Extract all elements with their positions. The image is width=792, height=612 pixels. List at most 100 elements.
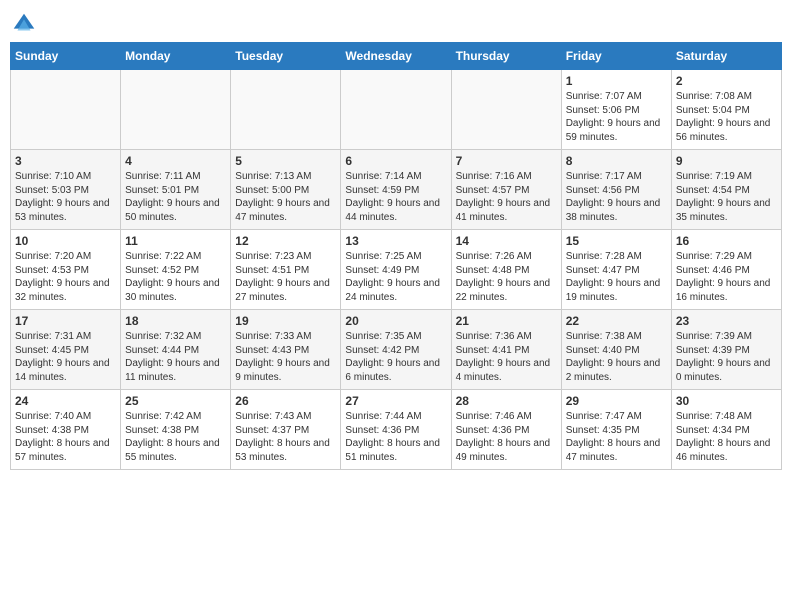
- day-info: Sunrise: 7:39 AM Sunset: 4:39 PM Dayligh…: [676, 330, 777, 384]
- calendar-cell: 8 Sunrise: 7:17 AM Sunset: 4:56 PM Daylig…: [561, 150, 671, 230]
- day-info: Sunrise: 7:43 AM Sunset: 4:37 PM Dayligh…: [235, 410, 336, 464]
- day-info: Sunrise: 7:46 AM Sunset: 4:36 PM Dayligh…: [456, 410, 557, 464]
- day-number: 5: [235, 154, 336, 168]
- logo: [10, 10, 42, 38]
- day-info: Sunrise: 7:44 AM Sunset: 4:36 PM Dayligh…: [345, 410, 446, 464]
- calendar-cell: 15 Sunrise: 7:28 AM Sunset: 4:47 PM Dayli…: [561, 230, 671, 310]
- day-info: Sunrise: 7:40 AM Sunset: 4:38 PM Dayligh…: [15, 410, 116, 464]
- calendar-cell: 7 Sunrise: 7:16 AM Sunset: 4:57 PM Daylig…: [451, 150, 561, 230]
- calendar-cell: 6 Sunrise: 7:14 AM Sunset: 4:59 PM Daylig…: [341, 150, 451, 230]
- calendar-cell: 16 Sunrise: 7:29 AM Sunset: 4:46 PM Dayli…: [671, 230, 781, 310]
- day-info: Sunrise: 7:22 AM Sunset: 4:52 PM Dayligh…: [125, 250, 226, 304]
- day-header-thursday: Thursday: [451, 43, 561, 70]
- calendar-cell: 1 Sunrise: 7:07 AM Sunset: 5:06 PM Daylig…: [561, 70, 671, 150]
- calendar-cell: [451, 70, 561, 150]
- day-number: 22: [566, 314, 667, 328]
- calendar-cell: 27 Sunrise: 7:44 AM Sunset: 4:36 PM Dayli…: [341, 390, 451, 470]
- day-header-monday: Monday: [121, 43, 231, 70]
- day-info: Sunrise: 7:10 AM Sunset: 5:03 PM Dayligh…: [15, 170, 116, 224]
- day-info: Sunrise: 7:17 AM Sunset: 4:56 PM Dayligh…: [566, 170, 667, 224]
- day-number: 24: [15, 394, 116, 408]
- day-number: 20: [345, 314, 446, 328]
- calendar-cell: [231, 70, 341, 150]
- day-number: 15: [566, 234, 667, 248]
- day-info: Sunrise: 7:48 AM Sunset: 4:34 PM Dayligh…: [676, 410, 777, 464]
- day-number: 17: [15, 314, 116, 328]
- day-number: 6: [345, 154, 446, 168]
- calendar-cell: [341, 70, 451, 150]
- day-info: Sunrise: 7:32 AM Sunset: 4:44 PM Dayligh…: [125, 330, 226, 384]
- calendar-cell: 24 Sunrise: 7:40 AM Sunset: 4:38 PM Dayli…: [11, 390, 121, 470]
- logo-icon: [10, 10, 38, 38]
- day-number: 12: [235, 234, 336, 248]
- day-number: 4: [125, 154, 226, 168]
- day-info: Sunrise: 7:35 AM Sunset: 4:42 PM Dayligh…: [345, 330, 446, 384]
- day-number: 8: [566, 154, 667, 168]
- day-info: Sunrise: 7:47 AM Sunset: 4:35 PM Dayligh…: [566, 410, 667, 464]
- calendar-cell: 20 Sunrise: 7:35 AM Sunset: 4:42 PM Dayli…: [341, 310, 451, 390]
- calendar-cell: 18 Sunrise: 7:32 AM Sunset: 4:44 PM Dayli…: [121, 310, 231, 390]
- calendar-cell: [11, 70, 121, 150]
- day-number: 1: [566, 74, 667, 88]
- day-number: 19: [235, 314, 336, 328]
- calendar-table: SundayMondayTuesdayWednesdayThursdayFrid…: [10, 42, 782, 470]
- calendar-week-row: 3 Sunrise: 7:10 AM Sunset: 5:03 PM Daylig…: [11, 150, 782, 230]
- calendar-cell: 26 Sunrise: 7:43 AM Sunset: 4:37 PM Dayli…: [231, 390, 341, 470]
- calendar-cell: 3 Sunrise: 7:10 AM Sunset: 5:03 PM Daylig…: [11, 150, 121, 230]
- day-info: Sunrise: 7:28 AM Sunset: 4:47 PM Dayligh…: [566, 250, 667, 304]
- day-info: Sunrise: 7:20 AM Sunset: 4:53 PM Dayligh…: [15, 250, 116, 304]
- calendar-cell: 29 Sunrise: 7:47 AM Sunset: 4:35 PM Dayli…: [561, 390, 671, 470]
- calendar-cell: [121, 70, 231, 150]
- day-number: 26: [235, 394, 336, 408]
- calendar-cell: 28 Sunrise: 7:46 AM Sunset: 4:36 PM Dayli…: [451, 390, 561, 470]
- calendar-cell: 30 Sunrise: 7:48 AM Sunset: 4:34 PM Dayli…: [671, 390, 781, 470]
- day-number: 28: [456, 394, 557, 408]
- day-info: Sunrise: 7:11 AM Sunset: 5:01 PM Dayligh…: [125, 170, 226, 224]
- calendar-cell: 17 Sunrise: 7:31 AM Sunset: 4:45 PM Dayli…: [11, 310, 121, 390]
- day-number: 18: [125, 314, 226, 328]
- day-header-tuesday: Tuesday: [231, 43, 341, 70]
- day-headers-row: SundayMondayTuesdayWednesdayThursdayFrid…: [11, 43, 782, 70]
- day-info: Sunrise: 7:08 AM Sunset: 5:04 PM Dayligh…: [676, 90, 777, 144]
- calendar-cell: 14Sunrise: 7:26 AM Sunset: 4:48 PM Dayli…: [451, 230, 561, 310]
- day-info: Sunrise: 7:14 AM Sunset: 4:59 PM Dayligh…: [345, 170, 446, 224]
- day-number: 29: [566, 394, 667, 408]
- day-info: Sunrise: 7:29 AM Sunset: 4:46 PM Dayligh…: [676, 250, 777, 304]
- day-info: Sunrise: 7:19 AM Sunset: 4:54 PM Dayligh…: [676, 170, 777, 224]
- day-number: 7: [456, 154, 557, 168]
- calendar-cell: 25 Sunrise: 7:42 AM Sunset: 4:38 PM Dayli…: [121, 390, 231, 470]
- day-info: Sunrise: 7:07 AM Sunset: 5:06 PM Dayligh…: [566, 90, 667, 144]
- page-header: [10, 10, 782, 38]
- calendar-cell: 23Sunrise: 7:39 AM Sunset: 4:39 PM Dayli…: [671, 310, 781, 390]
- day-info: Sunrise: 7:38 AM Sunset: 4:40 PM Dayligh…: [566, 330, 667, 384]
- day-number: 30: [676, 394, 777, 408]
- calendar-cell: 5 Sunrise: 7:13 AM Sunset: 5:00 PM Daylig…: [231, 150, 341, 230]
- day-number: 16: [676, 234, 777, 248]
- day-info: Sunrise: 7:25 AM Sunset: 4:49 PM Dayligh…: [345, 250, 446, 304]
- day-info: Sunrise: 7:42 AM Sunset: 4:38 PM Dayligh…: [125, 410, 226, 464]
- day-number: 21: [456, 314, 557, 328]
- day-number: 13: [345, 234, 446, 248]
- day-number: 27: [345, 394, 446, 408]
- day-number: 11: [125, 234, 226, 248]
- calendar-cell: 11 Sunrise: 7:22 AM Sunset: 4:52 PM Dayli…: [121, 230, 231, 310]
- day-info: Sunrise: 7:13 AM Sunset: 5:00 PM Dayligh…: [235, 170, 336, 224]
- day-number: 2: [676, 74, 777, 88]
- calendar-cell: 12 Sunrise: 7:23 AM Sunset: 4:51 PM Dayli…: [231, 230, 341, 310]
- day-number: 9: [676, 154, 777, 168]
- day-header-sunday: Sunday: [11, 43, 121, 70]
- day-header-wednesday: Wednesday: [341, 43, 451, 70]
- day-info: Sunrise: 7:31 AM Sunset: 4:45 PM Dayligh…: [15, 330, 116, 384]
- day-number: 3: [15, 154, 116, 168]
- day-number: 25: [125, 394, 226, 408]
- calendar-cell: 4 Sunrise: 7:11 AM Sunset: 5:01 PM Daylig…: [121, 150, 231, 230]
- day-info: Sunrise: 7:16 AM Sunset: 4:57 PM Dayligh…: [456, 170, 557, 224]
- day-info: Sunrise: 7:26 AM Sunset: 4:48 PM Dayligh…: [456, 250, 557, 304]
- day-header-saturday: Saturday: [671, 43, 781, 70]
- calendar-cell: 13 Sunrise: 7:25 AM Sunset: 4:49 PM Dayli…: [341, 230, 451, 310]
- calendar-cell: 21Sunrise: 7:36 AM Sunset: 4:41 PM Dayli…: [451, 310, 561, 390]
- day-number: 10: [15, 234, 116, 248]
- calendar-cell: 10 Sunrise: 7:20 AM Sunset: 4:53 PM Dayli…: [11, 230, 121, 310]
- calendar-cell: 2 Sunrise: 7:08 AM Sunset: 5:04 PM Daylig…: [671, 70, 781, 150]
- day-info: Sunrise: 7:23 AM Sunset: 4:51 PM Dayligh…: [235, 250, 336, 304]
